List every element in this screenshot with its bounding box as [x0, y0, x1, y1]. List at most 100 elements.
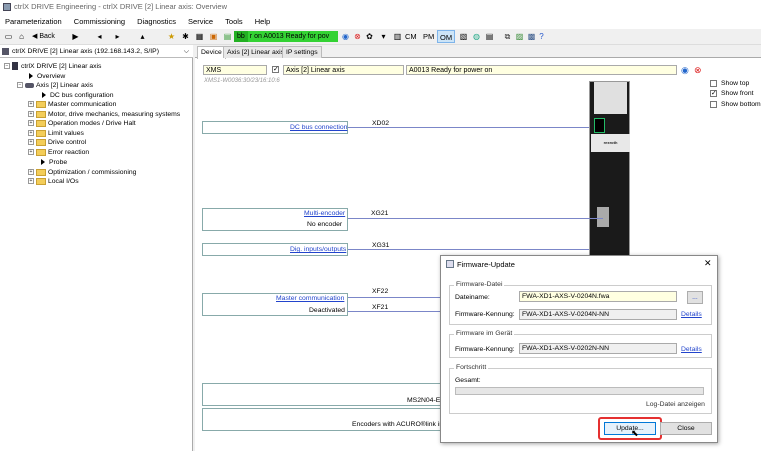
- update-button[interactable]: Update...: [604, 422, 656, 435]
- expand-icon[interactable]: +: [28, 120, 34, 127]
- expand-icon[interactable]: +: [28, 130, 34, 137]
- download-icon[interactable]: ▨: [514, 31, 525, 42]
- help-icon[interactable]: ?: [536, 31, 547, 42]
- close-icon[interactable]: ✕: [704, 258, 712, 269]
- tree-item-optimization[interactable]: + Optimization / commissioning: [28, 168, 136, 177]
- menu-commissioning[interactable]: Commissioning: [69, 14, 130, 29]
- back-button[interactable]: ◀ Back: [32, 31, 64, 42]
- file-name-input[interactable]: FWA-XD1-AXS-V-0204N.fwa: [519, 291, 677, 302]
- digital-io-line: [348, 249, 589, 250]
- tree-item-operation-modes[interactable]: + Operation modes / Drive Halt: [28, 119, 136, 128]
- show-front-checkbox[interactable]: ✓: [710, 90, 717, 97]
- tree-label: Error reaction: [48, 149, 90, 156]
- show-top-label: Show top: [721, 80, 750, 87]
- drive-selector[interactable]: ctrlX DRIVE [2] Linear axis (192.168.143…: [0, 45, 193, 58]
- master-comm-line-2: [348, 311, 440, 312]
- tab-axis[interactable]: Axis [2] Linear axis: [223, 46, 289, 58]
- error-icon[interactable]: ⊗: [694, 65, 702, 76]
- log-file-link[interactable]: Log-Datei anzeigen: [646, 401, 705, 408]
- ready-icon[interactable]: ◉: [681, 65, 689, 76]
- expand-icon[interactable]: +: [28, 178, 34, 185]
- tab-device[interactable]: Device: [197, 46, 226, 59]
- device-top: [594, 82, 627, 114]
- favorite-icon[interactable]: ★: [166, 31, 177, 42]
- menu-help[interactable]: Help: [250, 14, 275, 29]
- expand-icon[interactable]: +: [28, 139, 34, 146]
- mode-om-button[interactable]: OM: [437, 30, 456, 43]
- collapse-icon[interactable]: −: [4, 63, 10, 70]
- dc-bus-link[interactable]: DC bus connection: [290, 124, 347, 131]
- home-icon[interactable]: ⌂: [16, 31, 27, 42]
- grid-icon[interactable]: ▦: [194, 31, 205, 42]
- tree-item-axis[interactable]: − Axis [2] Linear axis: [17, 81, 93, 90]
- axis-name-field: Axis [2] Linear axis: [283, 65, 404, 75]
- ready-icon[interactable]: ◉: [340, 31, 351, 42]
- encoder-motor-label: Encoders with ACURO®link int: [352, 421, 446, 428]
- digital-io-link[interactable]: Dig. inputs/outputs: [290, 246, 346, 253]
- motor-box: [202, 383, 442, 406]
- encoder-port: XG21: [371, 210, 389, 217]
- menu-parameterization[interactable]: Parameterization: [0, 14, 67, 29]
- tree-item-probe[interactable]: Probe: [41, 158, 67, 167]
- tree-item-limit-values[interactable]: + Limit values: [28, 129, 84, 138]
- nav-next-icon[interactable]: ▸: [112, 31, 123, 42]
- file-details-link[interactable]: Details: [681, 311, 702, 318]
- tree-item-drive[interactable]: − ctrlX DRIVE [2] Linear axis: [4, 62, 101, 71]
- tree-item-master-communication[interactable]: + Master communication: [28, 100, 116, 109]
- app-icon: [3, 3, 11, 11]
- close-button[interactable]: Close: [660, 422, 712, 435]
- tree-item-drive-control[interactable]: + Drive control: [28, 138, 86, 147]
- master-comm-line-1: [348, 297, 440, 298]
- tree-item-local-ios[interactable]: + Local I/Os: [28, 177, 79, 186]
- menu-tools[interactable]: Tools: [220, 14, 248, 29]
- arrow-icon: [41, 159, 45, 166]
- master-comm-link[interactable]: Master communication: [276, 295, 344, 302]
- oscilloscope-icon[interactable]: ◍: [471, 31, 482, 42]
- device-details-link[interactable]: Details: [681, 346, 702, 353]
- browse-button[interactable]: ...: [687, 291, 703, 304]
- tree-item-error-reaction[interactable]: + Error reaction: [28, 148, 89, 157]
- expand-icon[interactable]: +: [28, 149, 34, 156]
- tree-item-dc-bus[interactable]: DC bus configuration: [42, 91, 113, 100]
- tree-label: Local I/Os: [48, 178, 79, 185]
- error-icon[interactable]: ⊗: [352, 31, 363, 42]
- folder-icon: [36, 100, 46, 108]
- dropdown-icon[interactable]: ▾: [378, 31, 389, 42]
- firmware-update-dialog: Firmware-Update ✕ Firmware-Datei Dateina…: [440, 255, 718, 443]
- menu-service[interactable]: Service: [183, 14, 218, 29]
- axis-checkbox[interactable]: ✓: [272, 66, 279, 73]
- chevron-down-icon[interactable]: ⌵: [184, 45, 189, 58]
- device-port: [597, 207, 609, 227]
- up-icon[interactable]: ▴: [137, 31, 148, 42]
- network-icon[interactable]: ⧉: [502, 31, 513, 42]
- master-comm-port-1: XF22: [372, 288, 389, 295]
- forward-icon[interactable]: ▶: [70, 31, 81, 42]
- settings-icon[interactable]: ✿: [364, 31, 375, 42]
- window-title: ctrlX DRIVE Engineering - ctrlX DRIVE [2…: [14, 2, 227, 11]
- nav-prev-icon[interactable]: ◂: [94, 31, 105, 42]
- chart-icon[interactable]: ▧: [458, 31, 469, 42]
- tools-icon[interactable]: ✱: [180, 31, 191, 42]
- tree-label: Operation modes / Drive Halt: [48, 120, 136, 127]
- connect-icon[interactable]: ▤: [222, 31, 233, 42]
- tree-item-overview[interactable]: Overview: [29, 72, 65, 81]
- folder-icon: [36, 119, 46, 127]
- show-top-checkbox[interactable]: [710, 80, 717, 87]
- mode-pm-button[interactable]: PM: [421, 30, 436, 43]
- expand-icon[interactable]: +: [28, 111, 34, 118]
- new-icon[interactable]: ▭: [3, 31, 14, 42]
- tree-label: Master communication: [48, 101, 117, 108]
- group-title: Fortschritt: [454, 364, 489, 371]
- mode-cm-button[interactable]: CM: [403, 30, 419, 43]
- tree-item-motor[interactable]: + Motor, drive mechanics, measuring syste…: [28, 110, 180, 119]
- expand-icon[interactable]: +: [28, 101, 34, 108]
- tab-ip-settings[interactable]: IP settings: [282, 46, 322, 58]
- show-bottom-checkbox[interactable]: [710, 101, 717, 108]
- calendar-icon[interactable]: ▥: [392, 31, 403, 42]
- list-icon[interactable]: ▤: [484, 31, 495, 42]
- drive-icon[interactable]: ▣: [208, 31, 219, 42]
- encoder-link[interactable]: Multi-encoder: [304, 210, 345, 217]
- collapse-icon[interactable]: −: [17, 82, 23, 89]
- menu-diagnostics[interactable]: Diagnostics: [132, 14, 181, 29]
- expand-icon[interactable]: +: [28, 169, 34, 176]
